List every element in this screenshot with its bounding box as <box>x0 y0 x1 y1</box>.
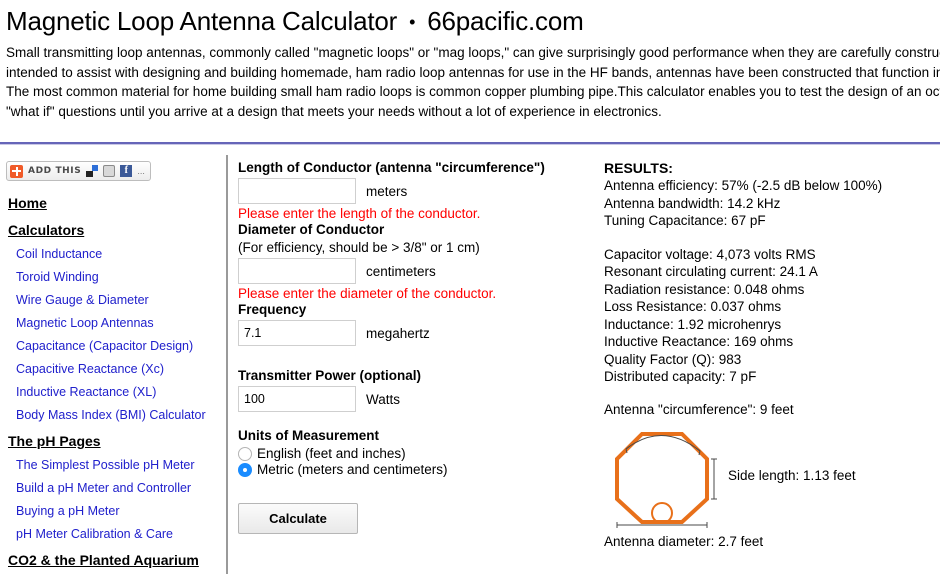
diagram-diameter-caption: Antenna diameter: 2.7 feet <box>604 533 764 549</box>
result-radiation-resistance: Radiation resistance: 0.048 ohms <box>604 281 805 297</box>
result-antenna-efficiency: Antenna efficiency: 57% (-2.5 dB below 1… <box>604 178 883 193</box>
result-quality-factor: Quality Factor (Q): 983 <box>604 351 742 367</box>
length-unit-label: meters <box>366 183 408 199</box>
sidebar-item-bmi-calculator[interactable]: Body Mass Index (BMI) Calculator <box>16 408 226 422</box>
radio-metric-icon[interactable] <box>238 462 252 477</box>
share-icon[interactable] <box>103 165 116 177</box>
units-of-measurement-label: Units of Measurement <box>238 428 380 443</box>
power-unit-label: Watts <box>366 391 401 407</box>
page-title-site: 66pacific.com <box>427 6 584 36</box>
results-spacer-2 <box>604 386 940 402</box>
addthis-label: ADD THIS <box>28 166 82 176</box>
frequency-label: Frequency <box>238 302 307 317</box>
results-title: RESULTS: <box>604 160 673 176</box>
sidebar-item-wire-gauge-diameter[interactable]: Wire Gauge & Diameter <box>16 293 226 307</box>
radio-english-icon[interactable] <box>238 446 252 461</box>
sidebar-item-simplest-ph-meter[interactable]: The Simplest Possible pH Meter <box>16 458 226 472</box>
frequency-input[interactable] <box>238 320 356 346</box>
sidebar-item-toroid-winding[interactable]: Toroid Winding <box>16 270 226 284</box>
form-spacer-2 <box>238 414 596 428</box>
sidebar-item-buying-ph-meter[interactable]: Buying a pH Meter <box>16 504 226 518</box>
length-error-message: Please enter the length of the conductor… <box>238 206 481 221</box>
page-title: Magnetic Loop Antenna Calculator • 66pacif… <box>6 6 934 37</box>
sidebar-item-coil-inductance[interactable]: Coil Inductance <box>16 247 226 261</box>
calculate-button[interactable]: Calculate <box>238 503 358 534</box>
results-panel: RESULTS: Antenna efficiency: 57% (-2.5 d… <box>596 155 940 574</box>
radio-english-label: English (feet and inches) <box>257 446 406 461</box>
page-root: Magnetic Loop Antenna Calculator • 66pacif… <box>0 0 940 574</box>
diameter-of-conductor-input[interactable] <box>238 258 356 284</box>
addthis-widget[interactable]: ADD THIS f ... <box>6 161 151 181</box>
radio-option-english[interactable]: English (feet and inches) <box>238 446 596 461</box>
intro-paragraph: Small transmitting loop antennas, common… <box>6 45 940 119</box>
result-loss-resistance: Loss Resistance: 0.037 ohms <box>604 299 782 314</box>
result-distributed-capacity: Distributed capacity: 7 pF <box>604 369 757 384</box>
page-header: Magnetic Loop Antenna Calculator • 66pacif… <box>0 0 940 121</box>
result-antenna-bandwidth: Antenna bandwidth: 14.2 kHz <box>604 195 781 211</box>
diameter-of-conductor-row: centimeters <box>238 258 596 284</box>
plus-icon <box>10 164 23 178</box>
result-capacitor-voltage: Capacitor voltage: 4,073 volts RMS <box>604 246 816 262</box>
facebook-icon[interactable]: f <box>120 165 133 177</box>
result-inductance: Inductance: 1.92 microhenrys <box>604 316 782 332</box>
sidebar-item-ph-calibration-care[interactable]: pH Meter Calibration & Care <box>16 527 226 541</box>
transmitter-power-label: Transmitter Power (optional) <box>238 368 422 383</box>
sidebar-heading-ph-pages: The pH Pages <box>8 433 101 449</box>
more-icon[interactable]: ... <box>137 166 145 176</box>
diagram-circumference-caption: Antenna "circumference": 9 feet <box>604 401 794 417</box>
form-spacer-1 <box>238 348 596 368</box>
sidebar-item-capacitance[interactable]: Capacitance (Capacitor Design) <box>16 339 226 353</box>
transmitter-power-input[interactable] <box>238 386 356 412</box>
diameter-hint: (For efficiency, should be > 3/8" or 1 c… <box>238 240 480 255</box>
sidebar-item-capacitive-reactance[interactable]: Capacitive Reactance (Xc) <box>16 362 226 376</box>
antenna-diagram: Side length: 1.13 feet <box>604 421 940 531</box>
sidebar-item-inductive-reactance[interactable]: Inductive Reactance (XL) <box>16 385 226 399</box>
result-inductive-reactance: Inductive Reactance: 169 ohms <box>604 334 794 349</box>
diameter-of-conductor-label: Diameter of Conductor <box>238 222 385 237</box>
result-tuning-capacitance: Tuning Capacitance: 67 pF <box>604 213 766 228</box>
result-resonant-circulating-current: Resonant circulating current: 24.1 A <box>604 264 818 279</box>
radio-option-metric[interactable]: Metric (meters and centimeters) <box>238 462 596 477</box>
calculator-form: Length of Conductor (antenna "circumfere… <box>228 155 596 574</box>
page-title-main: Magnetic Loop Antenna Calculator <box>6 6 398 36</box>
results-spacer <box>604 230 940 246</box>
length-of-conductor-label: Length of Conductor (antenna "circumfere… <box>238 160 545 175</box>
frequency-row: megahertz <box>238 320 596 346</box>
header-divider <box>0 142 940 145</box>
sidebar-item-build-ph-meter[interactable]: Build a pH Meter and Controller <box>16 481 226 495</box>
diagram-side-length-caption: Side length: 1.13 feet <box>728 468 856 483</box>
octagon-loop-icon <box>615 431 717 528</box>
frequency-unit-label: megahertz <box>366 325 430 341</box>
diameter-unit-label: centimeters <box>366 263 436 279</box>
body-columns: ADD THIS f ... Home Calculators Coil Ind… <box>0 155 940 574</box>
sidebar-heading-calculators: Calculators <box>8 222 85 238</box>
title-separator-dot: • <box>409 12 416 32</box>
bookmark-icon[interactable] <box>86 165 99 177</box>
sidebar-heading-co2-planted-aquarium: CO2 & the Planted Aquarium <box>8 552 199 568</box>
units-radio-group: English (feet and inches) Metric (meters… <box>238 446 596 477</box>
sidebar: ADD THIS f ... Home Calculators Coil Ind… <box>0 155 228 574</box>
sidebar-item-magnetic-loop-antennas[interactable]: Magnetic Loop Antennas <box>16 316 226 330</box>
length-of-conductor-input[interactable] <box>238 178 356 204</box>
radio-metric-label: Metric (meters and centimeters) <box>257 462 448 477</box>
diameter-error-message: Please enter the diameter of the conduct… <box>238 286 497 301</box>
length-of-conductor-row: meters <box>238 178 596 204</box>
sidebar-item-home[interactable]: Home <box>8 195 226 211</box>
transmitter-power-row: Watts <box>238 386 596 412</box>
